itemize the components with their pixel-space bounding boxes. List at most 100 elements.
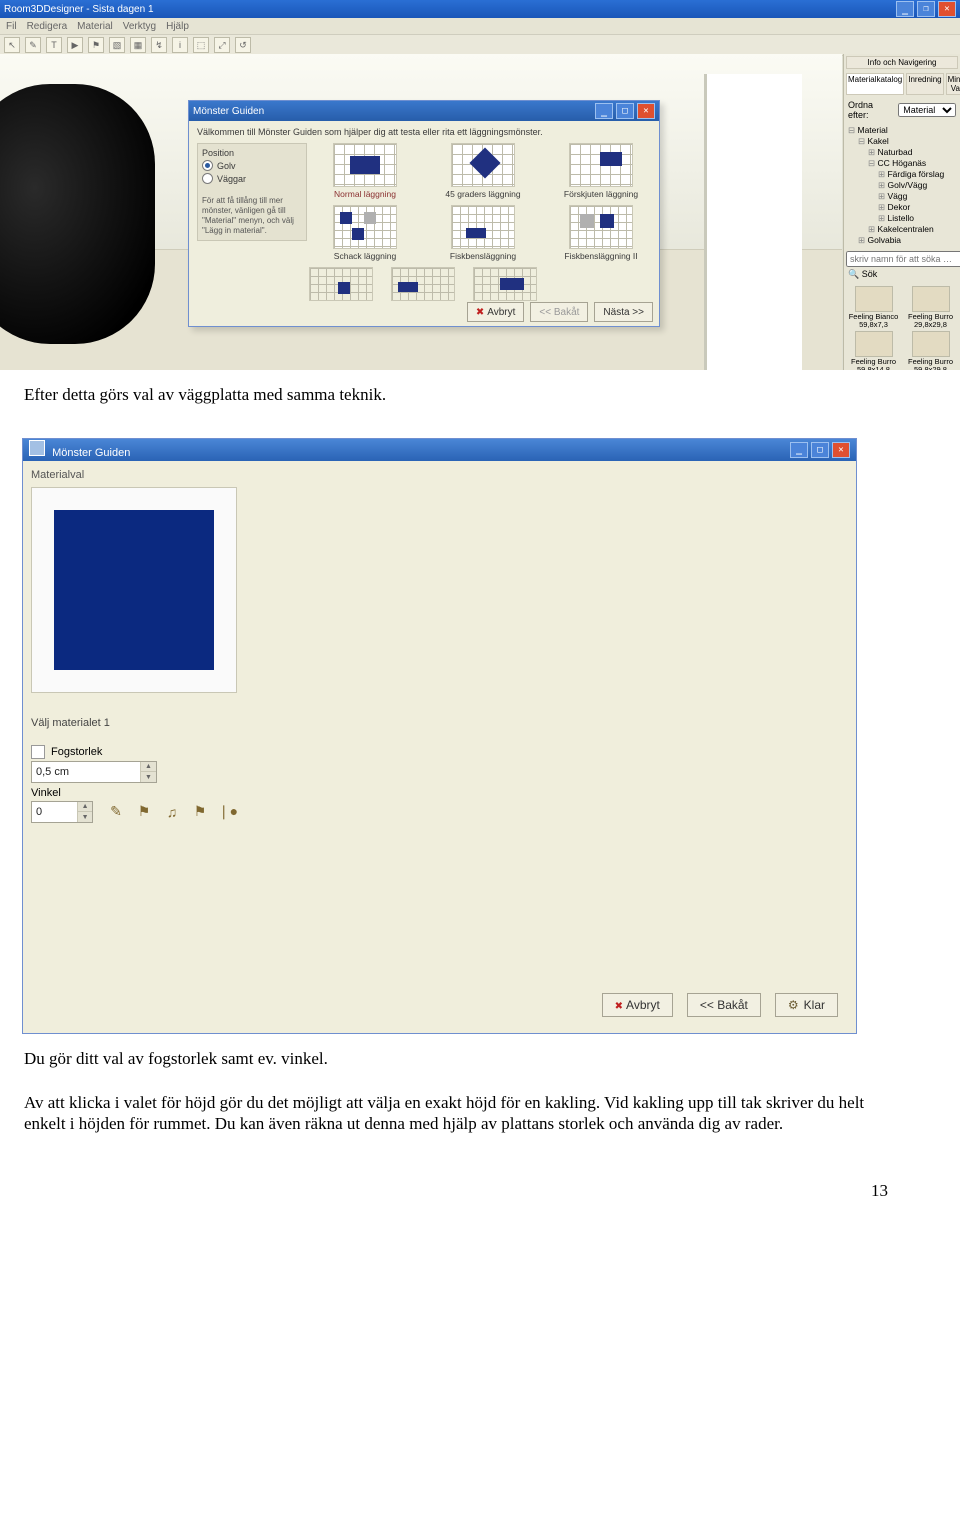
radio-vaggar[interactable] — [202, 173, 213, 184]
rotate-icon[interactable]: ♫ — [163, 803, 181, 821]
material-swatch[interactable] — [31, 487, 237, 693]
pattern-option[interactable]: Förskjuten läggning — [551, 143, 651, 199]
tree-item[interactable]: Golv/Vägg — [878, 180, 956, 191]
swatch-item[interactable]: Feeling Bianco 59,8x7,3 — [847, 286, 900, 330]
side-tab-minaval[interactable]: Mina Val — [946, 73, 960, 95]
pattern-option[interactable]: Normal läggning — [315, 143, 415, 199]
done-icon — [788, 998, 801, 1012]
fogstorlek-label: Fogstorlek — [51, 746, 102, 758]
tool-icon[interactable]: ✎ — [25, 37, 41, 53]
close-icon[interactable] — [637, 103, 655, 119]
tree-item[interactable]: Dekor — [878, 202, 956, 213]
radio-golv-label: Golv — [217, 161, 236, 171]
tree-item[interactable]: Vägg — [878, 191, 956, 202]
position-card: Position Golv Väggar För att få tillång … — [197, 143, 307, 241]
tree-item[interactable]: CC Höganäs — [868, 158, 956, 169]
next-button[interactable]: Nästa >> — [594, 302, 653, 322]
tool-icon[interactable]: ↖ — [4, 37, 20, 53]
close-icon[interactable] — [938, 1, 956, 17]
tool-icon[interactable]: ↺ — [235, 37, 251, 53]
doc-paragraph: Du gör ditt val av fogstorlek samt ev. v… — [24, 1048, 868, 1070]
swatch-item[interactable]: Feeling Burro 59,8x14,8 — [847, 331, 900, 370]
side-tab-materialkatalog[interactable]: Materialkatalog — [846, 73, 904, 95]
cancel-button[interactable]: Avbryt — [467, 302, 525, 322]
spinner-down-icon[interactable]: ▼ — [140, 771, 156, 782]
pattern-option[interactable]: 45 graders läggning — [433, 143, 533, 199]
done-button[interactable]: Klar — [775, 993, 838, 1017]
side-tab-info[interactable]: Info och Navigering — [846, 56, 958, 69]
app-screenshot: Room3DDesigner - Sista dagen 1 Fil Redig… — [0, 0, 960, 370]
ordna-select[interactable]: Material — [898, 103, 956, 117]
close-icon[interactable] — [832, 442, 850, 458]
pattern-label: Normal läggning — [334, 189, 396, 199]
material-tree[interactable]: Material Kakel Naturbad CC Höganäs Färdi… — [844, 123, 960, 249]
pattern-option[interactable]: Fiskbensläggning — [433, 205, 533, 261]
tool-icon[interactable]: ▧ — [109, 37, 125, 53]
minimize-icon[interactable] — [595, 103, 613, 119]
position-label: Position — [202, 148, 302, 158]
swatch-label: Feeling Bianco 59,8x7,3 — [849, 313, 899, 330]
material-tile-preview — [54, 510, 214, 670]
cancel-icon — [615, 998, 623, 1012]
vinkel-spinner[interactable]: 0 ▲ ▼ — [31, 801, 93, 823]
tree-item[interactable]: Kakel — [858, 136, 956, 147]
tree-item[interactable]: Listello — [878, 213, 956, 224]
tree-item[interactable]: Golvabia — [858, 235, 956, 246]
radio-golv[interactable] — [202, 160, 213, 171]
minimize-icon[interactable] — [896, 1, 914, 17]
vinkel-tool-icons: ✎ ⚑ ♫ ⚑ ❘● — [107, 803, 237, 821]
pattern-option[interactable]: Fiskbensläggning II — [551, 205, 651, 261]
cancel-button[interactable]: Avbryt — [602, 993, 673, 1017]
side-tab-inredning[interactable]: Inredning — [906, 73, 943, 95]
menu-item[interactable]: Material — [77, 21, 113, 32]
swatch-item[interactable]: Feeling Burro 59,8x29,8 — [904, 331, 957, 370]
menu-item[interactable]: Redigera — [27, 21, 68, 32]
tree-item[interactable]: Kakelcentralen — [868, 224, 956, 235]
maximize-icon[interactable] — [811, 442, 829, 458]
tree-root[interactable]: Material — [848, 125, 956, 136]
tree-item[interactable]: Naturbad — [868, 147, 956, 158]
spinner-up-icon[interactable]: ▲ — [140, 762, 156, 772]
menu-item[interactable]: Hjälp — [166, 21, 189, 32]
tool-icon[interactable]: T — [46, 37, 62, 53]
swatch-label: Feeling Burro 59,8x14,8 — [851, 358, 896, 370]
search-input[interactable] — [846, 251, 960, 267]
ordna-label: Ordna efter: — [848, 100, 894, 120]
fogstorlek-spinner[interactable]: 0,5 cm ▲ ▼ — [31, 761, 157, 783]
menu-item[interactable]: Fil — [6, 21, 17, 32]
fogstorlek-value: 0,5 cm — [32, 762, 140, 782]
anchor-icon[interactable]: ❘● — [219, 803, 237, 821]
tool-icon[interactable]: ⚑ — [88, 37, 104, 53]
window-buttons — [896, 1, 956, 17]
tool-icon[interactable]: ⤢ — [214, 37, 230, 53]
position-tip: För att få tillång till mer mönster, vän… — [202, 196, 302, 236]
tool-icon[interactable]: ⬚ — [193, 37, 209, 53]
side-panel: Info och Navigering Materialkatalog Inre… — [843, 54, 960, 370]
pattern-label: Schack läggning — [334, 251, 396, 261]
swatch-item[interactable]: Feeling Burro 29,8x29,8 — [904, 286, 957, 330]
select-material-label: Välj materialet 1 — [31, 717, 110, 729]
tool-icon[interactable]: ▶ — [67, 37, 83, 53]
spinner-up-icon[interactable]: ▲ — [77, 802, 92, 812]
dialog-titlebar: Mönster Guiden — [23, 439, 856, 461]
tool-icon[interactable]: i — [172, 37, 188, 53]
fogstorlek-checkbox[interactable] — [31, 745, 45, 759]
pattern-option[interactable]: Schack läggning — [315, 205, 415, 261]
menu-item[interactable]: Verktyg — [123, 21, 156, 32]
flip-icon[interactable]: ⚑ — [191, 803, 209, 821]
minimize-icon[interactable] — [790, 442, 808, 458]
vinkel-value: 0 — [32, 802, 77, 822]
pencil-icon[interactable]: ✎ — [107, 803, 125, 821]
tree-item[interactable]: Färdiga förslag — [878, 169, 956, 180]
flag-icon[interactable]: ⚑ — [135, 803, 153, 821]
app-menubar: Fil Redigera Material Verktyg Hjälp — [0, 18, 960, 34]
maximize-icon[interactable] — [616, 103, 634, 119]
pattern-label: Förskjuten läggning — [564, 189, 638, 199]
tool-icon[interactable]: ▦ — [130, 37, 146, 53]
back-button[interactable]: << Bakåt — [687, 993, 761, 1017]
search-label[interactable]: Sök — [862, 269, 878, 279]
spinner-down-icon[interactable]: ▼ — [77, 811, 92, 822]
restore-icon[interactable] — [917, 1, 935, 17]
swatch-grid: Feeling Bianco 59,8x7,3 Feeling Burro 29,… — [844, 283, 960, 370]
tool-icon[interactable]: ↯ — [151, 37, 167, 53]
